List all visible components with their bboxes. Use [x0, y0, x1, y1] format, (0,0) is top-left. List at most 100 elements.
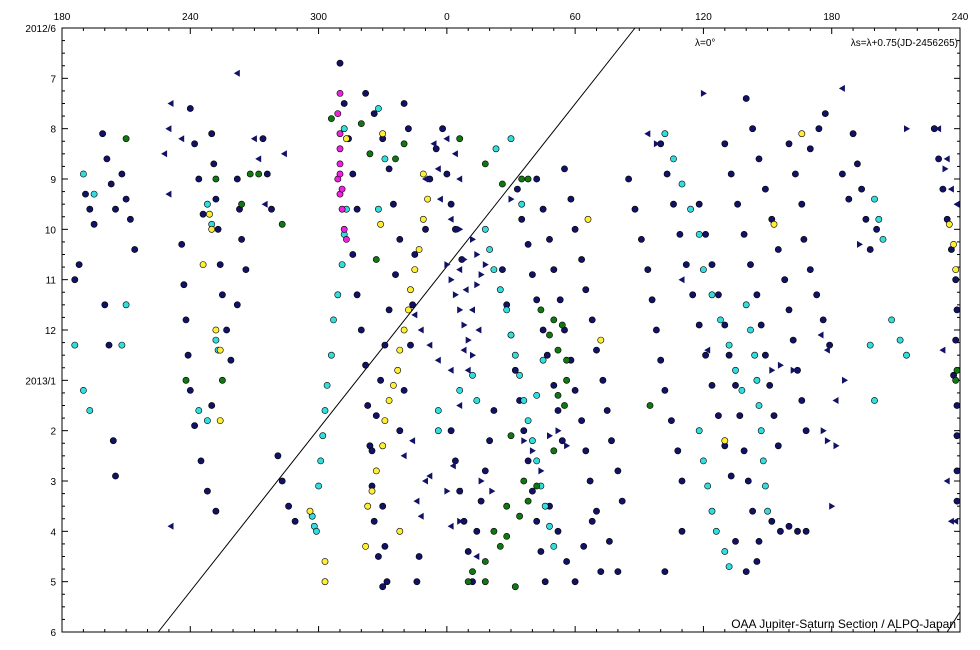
- data-point: [195, 175, 203, 183]
- data-point: [379, 442, 387, 450]
- data-point: [584, 215, 592, 223]
- data-point: [400, 100, 408, 107]
- data-point: [732, 538, 739, 545]
- data-point: [379, 583, 387, 591]
- data-point: [537, 548, 545, 555]
- data-point: [411, 251, 419, 258]
- data-point: [503, 502, 511, 510]
- data-point: [845, 195, 853, 203]
- y-tick-label: 7: [50, 74, 56, 85]
- data-point: [424, 195, 431, 203]
- data-point: [366, 150, 374, 158]
- data-point: [400, 386, 408, 394]
- data-point: [800, 235, 808, 243]
- data-point: [407, 286, 414, 294]
- data-point: [599, 376, 607, 384]
- data-point: [86, 407, 94, 414]
- data-point: [411, 266, 419, 273]
- data-point: [315, 482, 322, 490]
- data-point: [862, 215, 870, 223]
- formula-annotation: λs=λ+0.75(JD-2456265): [851, 38, 958, 49]
- data-point: [646, 402, 654, 409]
- data-point: [618, 497, 626, 505]
- y-tick-label: 3: [50, 477, 56, 488]
- data-point: [770, 412, 778, 419]
- data-point: [434, 407, 442, 414]
- data-point: [278, 477, 286, 485]
- data-point: [682, 261, 690, 268]
- data-point: [80, 170, 87, 178]
- data-point: [715, 291, 722, 299]
- x-tick-label: 300: [310, 12, 327, 23]
- data-point: [541, 502, 549, 510]
- data-point: [606, 538, 613, 545]
- y-tick-label: 11: [46, 276, 57, 287]
- data-point: [323, 381, 331, 389]
- data-point: [178, 240, 186, 248]
- data-point: [82, 190, 89, 198]
- data-point: [291, 517, 299, 525]
- credit-annotation: OAA Jupiter-Saturn Section / ALPO-Japan: [731, 617, 956, 631]
- data-point: [422, 225, 429, 233]
- data-point: [798, 397, 806, 404]
- data-point: [762, 351, 769, 359]
- data-point: [212, 195, 220, 203]
- data-point: [524, 240, 532, 248]
- y-tick-label: 9: [50, 175, 56, 186]
- data-point: [653, 326, 660, 334]
- data-point: [792, 170, 799, 178]
- data-point: [242, 266, 250, 273]
- data-point: [182, 376, 190, 384]
- data-point: [571, 225, 579, 233]
- data-point: [625, 175, 632, 183]
- data-point: [554, 391, 562, 399]
- data-point: [456, 135, 464, 143]
- data-point: [661, 130, 669, 138]
- data-point: [338, 261, 346, 268]
- data-point: [481, 225, 489, 233]
- data-point: [381, 417, 389, 424]
- data-point: [695, 321, 703, 329]
- data-point: [218, 291, 226, 299]
- data-point: [507, 432, 515, 440]
- data-point: [561, 402, 568, 409]
- data-point: [233, 301, 241, 309]
- data-point: [473, 527, 481, 535]
- data-point: [721, 437, 729, 445]
- data-point: [342, 135, 350, 143]
- data-point: [259, 135, 267, 143]
- data-point: [400, 326, 408, 334]
- data-point: [233, 175, 241, 183]
- data-point: [678, 180, 686, 188]
- data-point: [122, 195, 130, 203]
- data-point: [186, 105, 194, 112]
- data-point: [871, 195, 878, 203]
- y-tick-label: 5: [50, 578, 56, 589]
- data-point: [541, 578, 549, 586]
- data-point: [674, 447, 682, 455]
- data-point: [736, 412, 744, 419]
- data-point: [498, 266, 506, 273]
- data-point: [469, 568, 476, 575]
- data-point: [118, 341, 126, 349]
- data-point: [539, 326, 547, 334]
- data-point: [785, 522, 793, 530]
- data-point: [413, 578, 421, 586]
- x-tick-label: 180: [823, 12, 840, 23]
- data-point: [896, 336, 904, 344]
- data-point: [539, 356, 547, 364]
- data-point: [191, 140, 198, 148]
- data-point: [798, 130, 806, 138]
- data-point: [368, 447, 376, 455]
- data-point: [511, 583, 519, 591]
- data-point: [755, 402, 763, 409]
- data-point: [789, 336, 797, 344]
- data-point: [563, 558, 570, 565]
- data-point: [702, 230, 709, 238]
- data-point: [184, 351, 192, 359]
- data-point: [747, 326, 754, 334]
- data-point: [212, 507, 220, 515]
- data-point: [529, 271, 536, 278]
- data-point: [762, 185, 769, 193]
- data-point: [377, 220, 384, 228]
